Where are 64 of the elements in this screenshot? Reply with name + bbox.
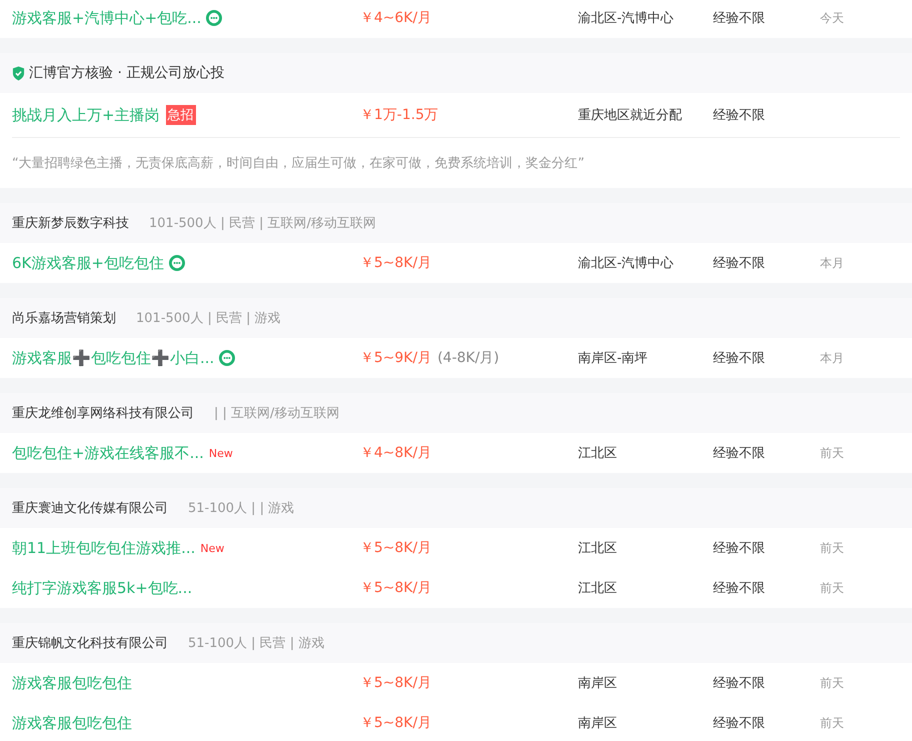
- chat-icon[interactable]: [218, 349, 236, 367]
- salary: ￥5~8K/月: [360, 675, 432, 691]
- location: 南岸区: [578, 716, 617, 731]
- company-info: | | 互联网/移动互联网: [214, 405, 340, 422]
- salary: ￥1万-1.5万: [360, 107, 438, 123]
- post-date: 前天: [820, 676, 844, 690]
- job-title-link[interactable]: 游戏客服包吃包住: [12, 714, 132, 732]
- location: 江北区: [578, 446, 617, 461]
- salary: ￥5~9K/月: [360, 350, 432, 366]
- chat-icon[interactable]: [205, 9, 224, 27]
- salary: ￥4~8K/月: [360, 445, 432, 461]
- post-date: 前天: [820, 580, 844, 594]
- location: 江北区: [578, 541, 617, 556]
- salary: ￥5~8K/月: [360, 580, 432, 596]
- job-title-link[interactable]: 朝11上班包吃包住游戏推...: [12, 538, 196, 558]
- post-date: 前天: [820, 716, 844, 730]
- job-title-link[interactable]: 6K游戏客服+包吃包住: [12, 254, 164, 272]
- company-info: 51-100人 | | 游戏: [188, 500, 294, 517]
- verification-note: 汇博官方核验 · 正规公司放心投: [29, 64, 224, 82]
- experience: 经验不限: [713, 541, 765, 556]
- experience: 经验不限: [713, 11, 765, 26]
- salary: ￥4~6K/月: [360, 10, 432, 26]
- experience: 经验不限: [713, 108, 765, 123]
- experience: 经验不限: [713, 351, 765, 366]
- company-name[interactable]: 重庆新梦辰数字科技: [12, 214, 129, 232]
- post-date: 今天: [820, 10, 844, 24]
- experience: 经验不限: [713, 676, 765, 691]
- new-label: New: [208, 446, 233, 460]
- experience: 经验不限: [713, 256, 765, 271]
- salary: ￥5~8K/月: [360, 255, 432, 271]
- experience: 经验不限: [713, 716, 765, 731]
- shield-icon: [12, 66, 25, 80]
- job-title-link[interactable]: 包吃包住+游戏在线客服不...: [12, 444, 204, 462]
- new-label: New: [200, 542, 224, 554]
- company-info: 101-500人 | 民营 | 游戏: [136, 310, 281, 327]
- company-name[interactable]: 重庆寰迪文化传媒有限公司: [12, 499, 168, 517]
- post-date: 前天: [820, 540, 844, 554]
- job-title-link[interactable]: 游戏客服➕包吃包住➕小白...: [12, 348, 214, 368]
- chat-icon[interactable]: [168, 254, 186, 272]
- post-date: 前天: [820, 446, 844, 460]
- company-name[interactable]: 重庆龙维创享网络科技有限公司: [12, 404, 194, 422]
- job-title-link[interactable]: 游戏客服+汽博中心+包吃...: [12, 8, 202, 28]
- job-title-link[interactable]: 挑战月入上万+主播岗: [12, 106, 160, 124]
- job-description: “大量招聘绿色主播，无责保底高薪，时间自由，应届生可做，在家可做，免费系统培训，奖金分红”: [12, 155, 584, 172]
- salary: ￥5~8K/月: [360, 540, 432, 556]
- company-name[interactable]: 重庆锦帆文化科技有限公司: [12, 634, 168, 652]
- company-info: 101-500人 | 民营 | 互联网/移动互联网: [149, 215, 376, 232]
- location: 重庆地区就近分配: [578, 108, 682, 123]
- post-date: 本月: [820, 256, 844, 270]
- company-name[interactable]: 尚乐嘉场营销策划: [12, 309, 116, 327]
- location: 南岸区-南坪: [578, 351, 648, 366]
- location: 渝北区-汽博中心: [578, 256, 674, 271]
- location: 渝北区-汽博中心: [578, 11, 674, 26]
- salary: ￥5~8K/月: [360, 715, 432, 731]
- job-title-link[interactable]: 纯打字游戏客服5k+包吃...: [12, 578, 192, 598]
- urgent-badge: 急招: [166, 105, 196, 125]
- post-date: 本月: [820, 350, 844, 364]
- company-info: 51-100人 | 民营 | 游戏: [188, 635, 324, 652]
- location: 南岸区: [578, 676, 617, 691]
- experience: 经验不限: [713, 581, 765, 596]
- salary-note: (4-8K/月): [437, 350, 500, 366]
- experience: 经验不限: [713, 446, 765, 461]
- location: 江北区: [578, 581, 617, 596]
- job-title-link[interactable]: 游戏客服包吃包住: [12, 674, 132, 692]
